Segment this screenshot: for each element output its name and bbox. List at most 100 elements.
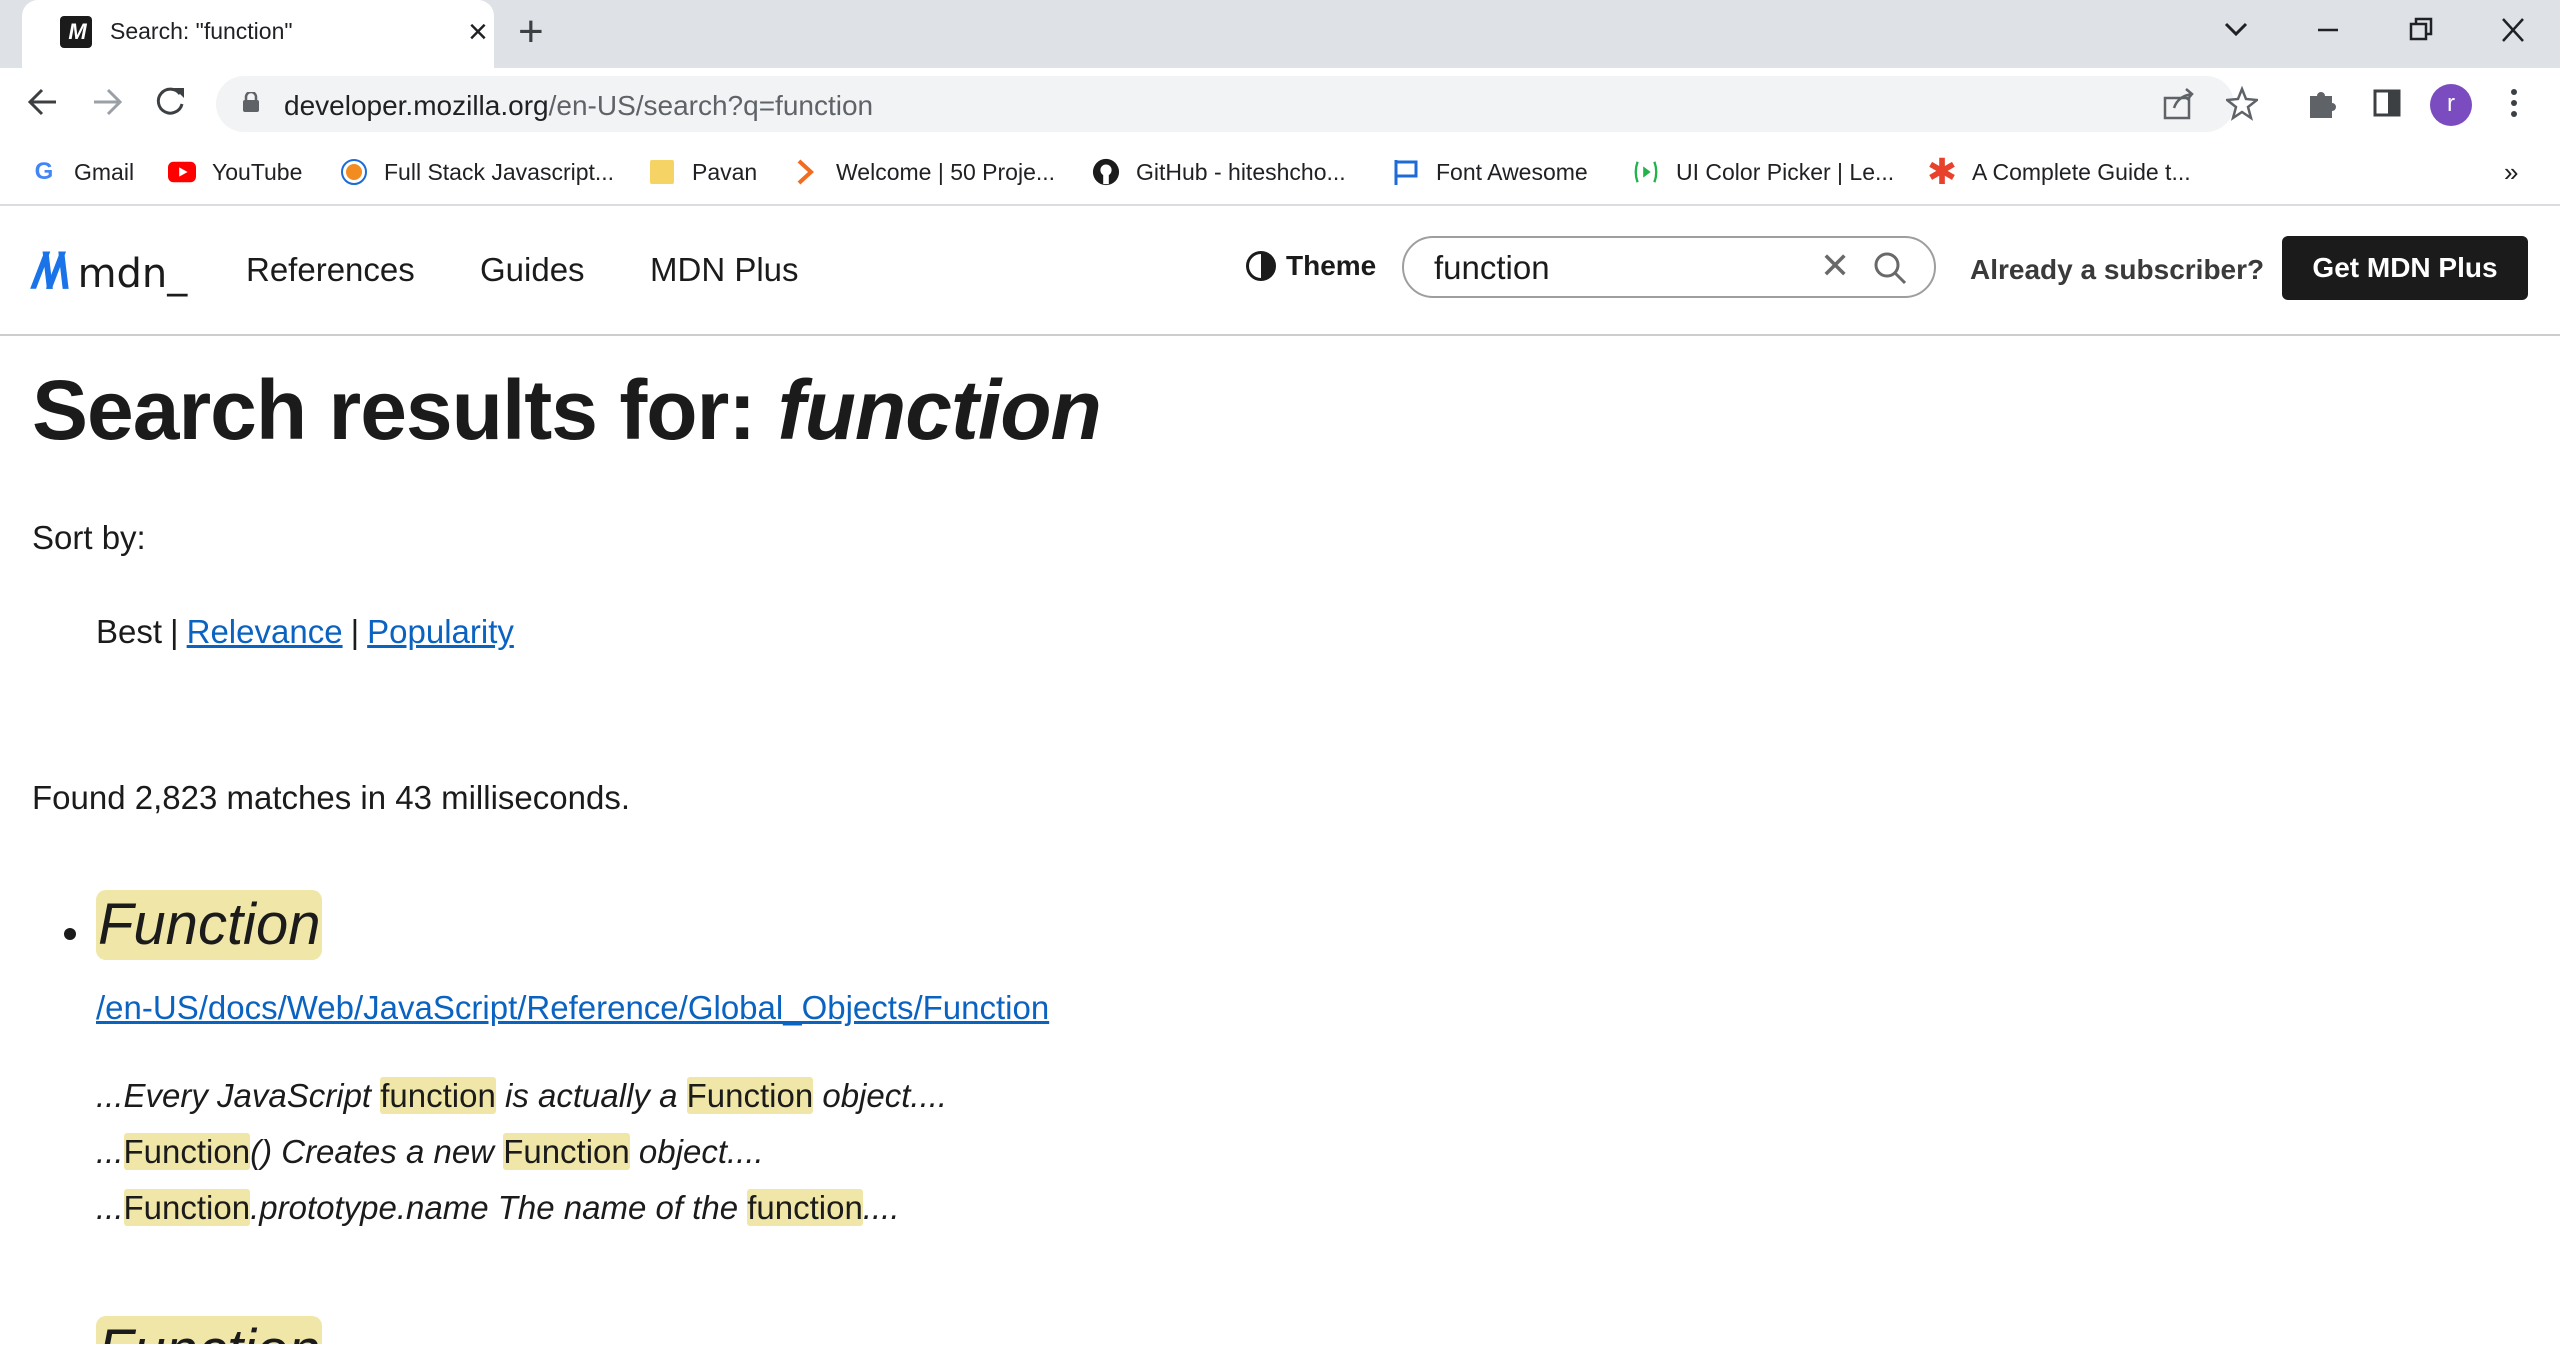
result-snippet: ...Function.prototype.name The name of t… [96, 1188, 900, 1228]
theme-contrast-icon [1246, 251, 1276, 281]
snippet-highlight: Function [503, 1133, 630, 1170]
bookmark-youtube[interactable]: YouTube [168, 152, 302, 192]
more-bookmarks-button[interactable]: » [2504, 152, 2518, 192]
snippet-highlight: Function [123, 1133, 251, 1170]
snippet-text: ... [96, 1133, 124, 1170]
tab-strip: M Search: "function" × + [0, 0, 2560, 68]
snippet-text: is actually a [495, 1077, 687, 1114]
bookmark-complete-guide[interactable]: ✱ A Complete Guide t... [1927, 151, 2191, 192]
page-title: Search results for: function [32, 360, 1102, 460]
bookmark-label: YouTube [212, 158, 303, 185]
clear-search-icon[interactable]: ✕ [1820, 246, 1850, 286]
bookmark-pavan[interactable]: Pavan [648, 152, 757, 192]
extensions-icon[interactable] [2306, 86, 2338, 127]
nav-guides[interactable]: Guides [480, 250, 585, 290]
separator: | [170, 613, 179, 650]
sort-relevance-link[interactable]: Relevance [187, 613, 343, 650]
tab-title: Search: "function" [110, 18, 293, 44]
chevron-brand-icon [792, 158, 820, 186]
bookmark-label: Pavan [692, 158, 758, 185]
search-input[interactable] [1434, 248, 1794, 288]
snippet-text: object.... [629, 1133, 764, 1170]
list-bullet [64, 928, 76, 940]
logo-text: mdn_ [77, 251, 188, 297]
sort-label: Sort by: [32, 519, 146, 556]
youtube-icon [168, 158, 196, 186]
bookmark-label: Full Stack Javascript... [384, 158, 615, 185]
flag-icon [1392, 158, 1420, 186]
forward-icon[interactable] [90, 82, 124, 130]
bookmark-star-icon[interactable] [2223, 85, 2261, 129]
tab-search-icon[interactable] [2222, 10, 2250, 59]
profile-avatar[interactable]: r [2430, 84, 2472, 126]
result-count: Found 2,823 matches in 43 milliseconds. [32, 779, 630, 816]
color-picker-icon [1632, 158, 1660, 186]
close-window-icon[interactable] [2500, 10, 2526, 59]
subscriber-login-link[interactable]: Already a subscriber? [1970, 252, 2264, 288]
new-tab-icon[interactable]: + [518, 10, 544, 54]
side-panel-icon[interactable] [2372, 86, 2402, 127]
bookmark-label: A Complete Guide t... [1972, 158, 2191, 185]
get-mdn-plus-button[interactable]: Get MDN Plus [2282, 236, 2528, 300]
sort-current: Best [96, 613, 163, 650]
site-search: ✕ [1402, 236, 1936, 298]
bookmark-font-awesome[interactable]: Font Awesome [1392, 152, 1588, 192]
result-snippet: ...Every JavaScript function is actually… [96, 1076, 947, 1116]
bookmark-50-projects[interactable]: Welcome | 50 Proje... [792, 152, 1055, 192]
snippet-text: object.... [813, 1077, 948, 1114]
result-title[interactable]: Function [96, 1316, 323, 1344]
mdn-logo[interactable]: /\/\ mdn_ [32, 246, 188, 297]
active-tab[interactable]: M Search: "function" × [22, 0, 494, 68]
snippet-text: .prototype.name The name of the [250, 1189, 748, 1226]
address-bar[interactable]: developer.mozilla.org/en-US/search?q=fun… [216, 76, 2261, 132]
bookmark-gmail[interactable]: G Gmail [30, 152, 134, 192]
search-results-page: Search results for: function Sort by: Be… [0, 336, 2560, 1344]
snippet-text: ...Every JavaScript [96, 1077, 381, 1114]
snippet-highlight: Function [123, 1189, 251, 1226]
bookmark-label: GitHub - hiteshcho... [1136, 158, 1346, 185]
bookmark-label: UI Color Picker | Le... [1676, 158, 1895, 185]
result-title[interactable]: Function [96, 890, 323, 960]
github-icon [1092, 158, 1120, 186]
gmail-icon: G [34, 158, 54, 185]
reload-icon[interactable] [152, 82, 188, 130]
restore-icon[interactable] [2408, 10, 2434, 59]
minimize-icon[interactable] [2316, 10, 2340, 59]
bookmark-ui-color-picker[interactable]: UI Color Picker | Le... [1632, 152, 1894, 192]
bookmark-label: Font Awesome [1436, 158, 1588, 185]
site-header: /\/\ mdn_ References Guides MDN Plus The… [0, 206, 2560, 336]
bookmark-label: Gmail [74, 158, 135, 185]
result-url-link[interactable]: /en-US/docs/Web/JavaScript/Reference/Glo… [96, 988, 1049, 1028]
sort-popularity-link[interactable]: Popularity [367, 613, 514, 650]
bookmark-github[interactable]: GitHub - hiteshcho... [1092, 152, 1346, 192]
separator: | [350, 613, 360, 650]
title-query: function [777, 363, 1102, 457]
snippet-highlight: function [747, 1189, 863, 1226]
snippet-highlight: function [380, 1077, 496, 1114]
title-prefix: Search results for: [32, 363, 778, 457]
tab-close-icon[interactable]: × [468, 14, 488, 50]
nav-mdn-plus[interactable]: MDN Plus [650, 250, 799, 290]
snippet-text: .... [862, 1189, 900, 1226]
fullstack-icon [340, 158, 368, 186]
bookmarks-bar: G Gmail YouTube Full Stack Javascript...… [0, 140, 2560, 206]
mdn-favicon-icon: M [60, 16, 92, 48]
url-host: developer.mozilla.org [284, 90, 549, 121]
result-snippet: ...Function() Creates a new Function obj… [96, 1132, 764, 1172]
more-bookmarks-label: » [2504, 156, 2519, 187]
theme-button[interactable]: Theme [1246, 250, 1376, 282]
url-text[interactable]: developer.mozilla.org/en-US/search?q=fun… [284, 90, 873, 122]
browser-menu-icon[interactable] [2508, 86, 2520, 127]
share-icon[interactable] [2162, 86, 2196, 129]
nav-references[interactable]: References [246, 250, 415, 290]
snippet-highlight: Function [686, 1077, 814, 1114]
back-icon[interactable] [26, 82, 60, 130]
search-icon[interactable] [1872, 250, 1908, 286]
folder-icon [648, 158, 676, 186]
lock-icon[interactable] [242, 92, 260, 112]
browser-toolbar: developer.mozilla.org/en-US/search?q=fun… [0, 68, 2560, 140]
theme-label: Theme [1286, 250, 1377, 281]
sort-options: Best | Relevance | Popularity [96, 612, 514, 652]
bookmark-label: Welcome | 50 Proje... [836, 158, 1056, 185]
bookmark-fullstack[interactable]: Full Stack Javascript... [340, 152, 614, 192]
